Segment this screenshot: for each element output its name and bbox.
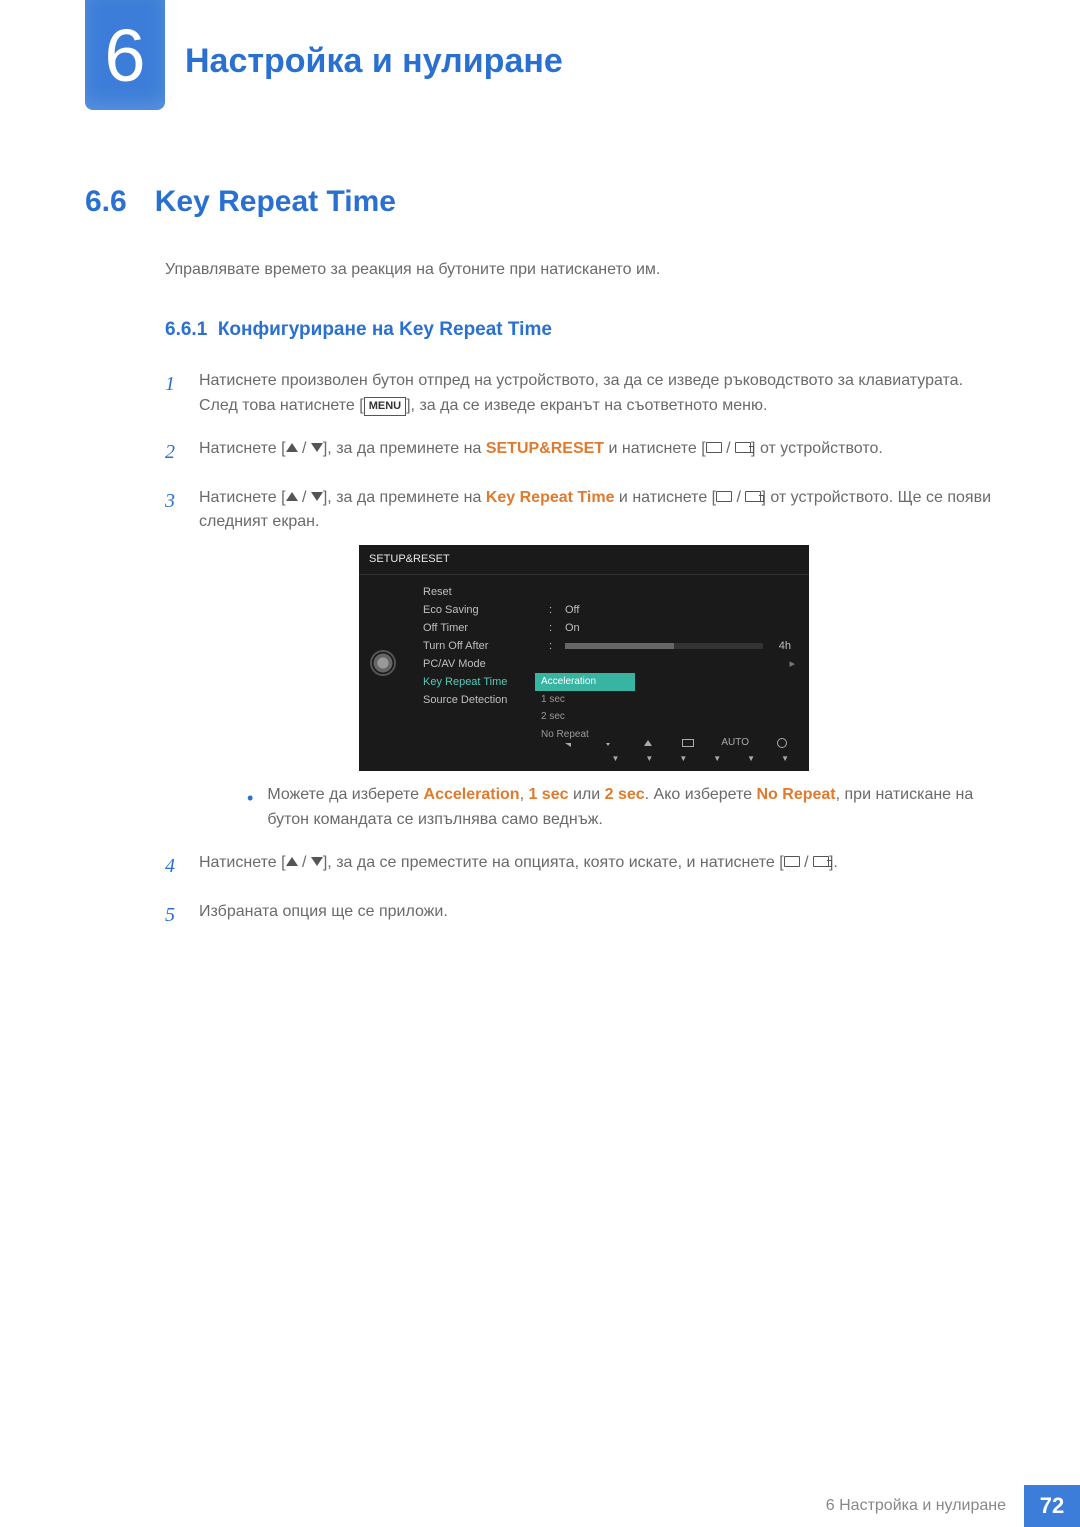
osd-submenu: Acceleration 1 sec 2 sec No Repeat [535, 673, 635, 743]
page-footer: 6 Настройка и нулиране 72 [808, 1485, 1080, 1527]
osd-screenshot: SETUP&RESET Reset Eco Saving:Off Off Tim… [359, 545, 809, 771]
down-icon [311, 492, 323, 501]
step-2: 2 Натиснете [ / ], за да преминете на SE… [165, 437, 995, 468]
gear-icon [372, 652, 394, 674]
select-icon [784, 856, 800, 867]
select-icon [706, 442, 722, 453]
step-3: 3 Натиснете [ / ], за да преминете на Ke… [165, 486, 995, 833]
bullet-icon: • [247, 789, 253, 833]
chapter-title: Настройка и нулиране [185, 42, 563, 81]
step-5: 5 Избраната опция ще се приложи. [165, 900, 995, 931]
up-icon [286, 443, 298, 452]
enter-icon [682, 739, 694, 747]
enter-icon [813, 856, 829, 867]
up-icon [286, 492, 298, 501]
bullet-note: • Можете да изберете Acceleration, 1 sec… [247, 783, 995, 833]
page-content: 6.6 Key Repeat Time Управлявате времето … [85, 185, 995, 949]
chevron-right-icon: ▸ [789, 656, 795, 673]
footer-text: 6 Настройка и нулиране [808, 1485, 1024, 1527]
osd-title: SETUP&RESET [359, 545, 809, 575]
up-icon [644, 740, 652, 746]
chapter-number: 6 [104, 13, 145, 98]
menu-icon: MENU [364, 397, 406, 416]
steps-list: 1 Натиснете произволен бутон отпред на у… [165, 369, 995, 931]
power-icon [777, 738, 787, 748]
section-title: Key Repeat Time [155, 185, 396, 219]
enter-icon [745, 491, 761, 502]
select-icon [716, 491, 732, 502]
down-icon [311, 857, 323, 866]
section-number: 6.6 [85, 185, 127, 219]
up-icon [286, 857, 298, 866]
down-icon [311, 443, 323, 452]
subsection-heading: 6.6.1 Конфигуриране на Key Repeat Time [165, 319, 995, 341]
section-intro: Управлявате времето за реакция на бутони… [165, 261, 995, 279]
chapter-badge: 6 [85, 0, 165, 110]
section-heading: 6.6 Key Repeat Time [85, 185, 995, 219]
step-4: 4 Натиснете [ / ], за да се преместите н… [165, 851, 995, 882]
step-1: 1 Натиснете произволен бутон отпред на у… [165, 369, 995, 419]
page-number: 72 [1024, 1485, 1080, 1527]
enter-icon [735, 442, 751, 453]
